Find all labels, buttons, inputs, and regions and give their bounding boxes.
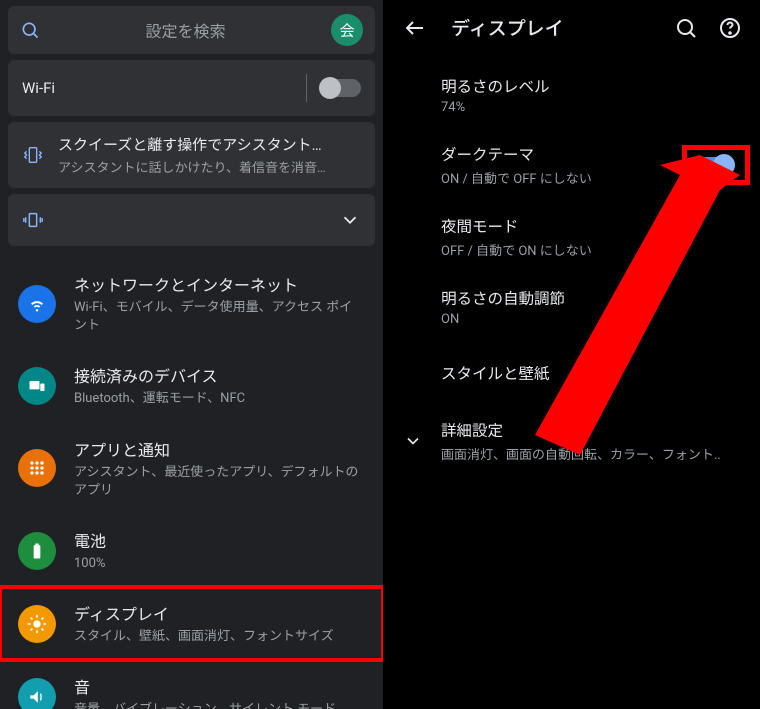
avatar[interactable]: 会: [331, 14, 363, 46]
row-advanced[interactable]: 詳細設定 画面消灯、画面の自動回転、カラー、フォント..: [385, 405, 760, 477]
row-devices[interactable]: 接続済みのデバイス Bluetooth、運転モード、NFC: [0, 349, 383, 422]
row-title: 夜間モード: [441, 215, 742, 237]
display-settings-pane: ディスプレイ 明るさのレベル 74% ダークテーマ ON / 自動で OFF に…: [385, 0, 760, 709]
row-sub: Wi-Fi、モバイル、データ使用量、アクセス ポイント: [74, 299, 365, 335]
dark-theme-toggle-highlight: [690, 153, 742, 177]
row-adaptive-brightness[interactable]: 明るさの自動調節 ON: [385, 273, 760, 341]
search-icon[interactable]: [674, 16, 698, 40]
display-icon: [18, 605, 56, 643]
row-title: 詳細設定: [441, 419, 742, 441]
sound-icon: [18, 678, 56, 709]
row-title: 音: [74, 674, 365, 698]
row-apps[interactable]: アプリと通知 アシスタント、最近使ったアプリ、デフォルトのアプリ: [0, 423, 383, 514]
wifi-icon: [18, 285, 56, 323]
row-title: 明るさのレベル: [441, 75, 742, 97]
row-network[interactable]: ネットワークとインターネット Wi-Fi、モバイル、データ使用量、アクセス ポイ…: [0, 258, 383, 349]
row-sub: ON / 自動で OFF にしない: [441, 168, 672, 187]
display-list: 明るさのレベル 74% ダークテーマ ON / 自動で OFF にしない 夜間モ…: [385, 55, 760, 477]
squeeze-title: スクイーズと離す操作でアシスタント…: [58, 134, 361, 155]
row-sub: Bluetooth、運転モード、NFC: [74, 390, 365, 408]
devices-icon: [18, 367, 56, 405]
row-title: 明るさの自動調節: [441, 287, 742, 309]
battery-icon: [18, 532, 56, 570]
row-title: ネットワークとインターネット: [74, 272, 365, 296]
row-title: ダークテーマ: [441, 143, 672, 165]
row-sub: スタイル、壁紙、画面消灯、フォントサイズ: [74, 628, 365, 646]
back-icon[interactable]: [403, 16, 427, 40]
vibration-card[interactable]: [8, 194, 375, 246]
row-title: ディスプレイ: [74, 601, 365, 625]
search-icon: [20, 20, 40, 40]
row-sub: OFF / 自動で ON にしない: [441, 240, 742, 259]
row-display[interactable]: ディスプレイ スタイル、壁紙、画面消灯、フォントサイズ: [0, 587, 383, 660]
search-bar[interactable]: 設定を検索 会: [8, 6, 375, 54]
vibration-icon: [22, 209, 44, 231]
search-placeholder: 設定を検索: [50, 18, 321, 42]
wifi-toggle[interactable]: [321, 79, 361, 97]
row-sound[interactable]: 音 音量、バイブレーション、サイレント モード: [0, 660, 383, 709]
row-sub: 100%: [74, 555, 365, 573]
row-style-wallpaper[interactable]: スタイルと壁紙: [385, 341, 760, 405]
row-sub: 74%: [441, 100, 742, 115]
phone-vibrate-icon: [22, 144, 44, 166]
divider: [306, 74, 307, 102]
page-title: ディスプレイ: [451, 14, 654, 41]
help-icon[interactable]: [718, 16, 742, 40]
wifi-card[interactable]: Wi-Fi: [8, 60, 375, 116]
chevron-down-icon: [339, 209, 361, 231]
apps-icon: [18, 449, 56, 487]
row-title: 電池: [74, 528, 365, 552]
display-header: ディスプレイ: [385, 0, 760, 55]
chevron-down-icon: [403, 431, 423, 451]
dark-theme-toggle[interactable]: [696, 157, 732, 173]
row-sub: 画面消灯、画面の自動回転、カラー、フォント..: [441, 444, 742, 463]
settings-root-pane: 設定を検索 会 Wi-Fi スクイーズと離す操作でアシスタント… アシスタントに…: [0, 0, 385, 709]
row-brightness[interactable]: 明るさのレベル 74%: [385, 61, 760, 129]
row-sub: ON: [441, 312, 742, 327]
row-night-mode[interactable]: 夜間モード OFF / 自動で ON にしない: [385, 201, 760, 273]
squeeze-sub: アシスタントに話しかけたり、着信音を消音…: [58, 157, 361, 176]
row-title: スタイルと壁紙: [441, 362, 742, 384]
wifi-label: Wi-Fi: [22, 79, 55, 97]
row-sub: アシスタント、最近使ったアプリ、デフォルトのアプリ: [74, 464, 365, 500]
settings-list: ネットワークとインターネット Wi-Fi、モバイル、データ使用量、アクセス ポイ…: [0, 252, 383, 709]
row-sub: 音量、バイブレーション、サイレント モード: [74, 701, 365, 709]
row-dark-theme[interactable]: ダークテーマ ON / 自動で OFF にしない: [385, 129, 760, 201]
row-title: 接続済みのデバイス: [74, 363, 365, 387]
row-battery[interactable]: 電池 100%: [0, 514, 383, 587]
squeeze-card[interactable]: スクイーズと離す操作でアシスタント… アシスタントに話しかけたり、着信音を消音…: [8, 122, 375, 188]
row-title: アプリと通知: [74, 437, 365, 461]
